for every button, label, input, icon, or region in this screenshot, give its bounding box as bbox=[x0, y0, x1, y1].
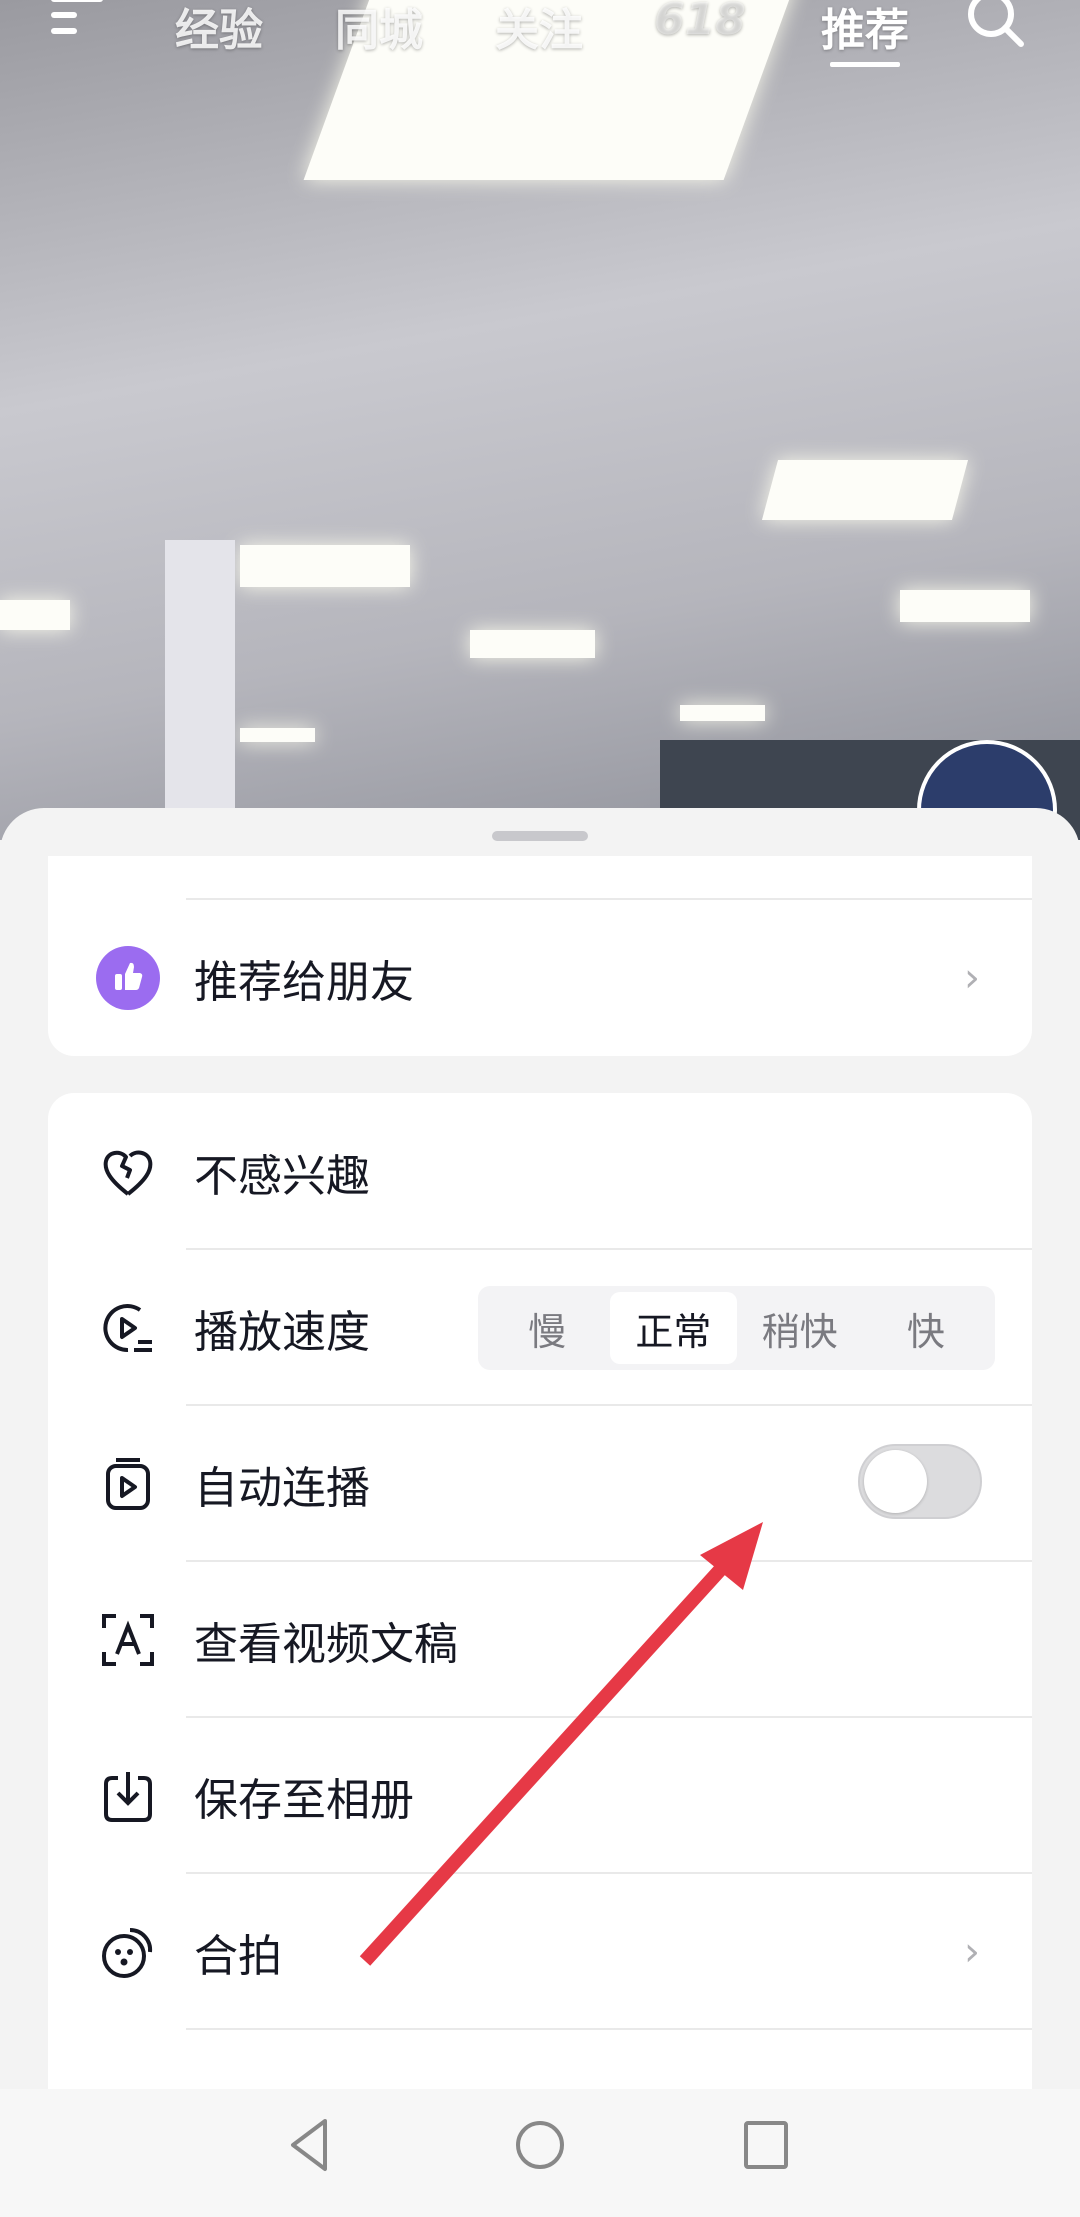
speed-segmented-control: 慢 正常 稍快 快 bbox=[478, 1286, 995, 1370]
play-speed-icon bbox=[100, 1300, 156, 1356]
drag-handle[interactable] bbox=[492, 831, 588, 841]
tab-618[interactable]: 618 bbox=[654, 0, 746, 45]
thumbs-up-icon bbox=[96, 946, 160, 1010]
home-icon[interactable] bbox=[512, 2117, 568, 2173]
playback-speed-row: 播放速度 慢 正常 稍快 快 bbox=[48, 1250, 1032, 1406]
duet-row[interactable]: 合拍 › bbox=[48, 1874, 1032, 2030]
download-icon bbox=[100, 1768, 156, 1824]
active-tab-indicator bbox=[830, 62, 900, 67]
speed-option-slow[interactable]: 慢 bbox=[484, 1292, 610, 1364]
autoplay-label: 自动连播 bbox=[194, 1463, 370, 1514]
speed-option-slightly-fast[interactable]: 稍快 bbox=[737, 1292, 863, 1364]
tab-local[interactable]: 同城 bbox=[335, 0, 423, 58]
system-nav-bar bbox=[0, 2089, 1080, 2217]
menu-icon[interactable] bbox=[51, 0, 111, 53]
chevron-right-icon: › bbox=[964, 955, 980, 1001]
autoplay-toggle[interactable] bbox=[858, 1444, 982, 1519]
save-to-album-row[interactable]: 保存至相册 bbox=[48, 1718, 1032, 1874]
save-to-album-label: 保存至相册 bbox=[194, 1775, 414, 1826]
more-options-sheet: 推荐给朋友 › 不感兴趣 播放速度 慢 正常 稍快 快 自动连播 查看视频文稿 … bbox=[0, 808, 1080, 2217]
recommend-to-friend-row[interactable]: 推荐给朋友 › bbox=[48, 900, 1032, 1056]
transcript-icon bbox=[100, 1612, 156, 1668]
recents-icon[interactable] bbox=[742, 2119, 790, 2171]
duet-label: 合拍 bbox=[194, 1931, 282, 1982]
playback-speed-label: 播放速度 bbox=[194, 1307, 370, 1358]
options-card: 不感兴趣 播放速度 慢 正常 稍快 快 自动连播 查看视频文稿 保存至相册 合拍… bbox=[48, 1093, 1032, 2193]
tab-experience[interactable]: 经验 bbox=[175, 0, 263, 58]
duet-icon bbox=[100, 1924, 156, 1980]
video-background bbox=[0, 0, 1080, 840]
broken-heart-icon bbox=[100, 1144, 156, 1200]
tab-recommended[interactable]: 推荐 bbox=[821, 0, 909, 58]
not-interested-row[interactable]: 不感兴趣 bbox=[48, 1094, 1032, 1250]
speed-option-fast[interactable]: 快 bbox=[863, 1292, 989, 1364]
recommend-to-friend-label: 推荐给朋友 bbox=[194, 957, 414, 1008]
chevron-right-icon: › bbox=[964, 1929, 980, 1975]
top-nav: 经验 同城 关注 618 推荐 bbox=[0, 0, 1080, 80]
autoplay-row: 自动连播 bbox=[48, 1406, 1032, 1562]
search-icon[interactable] bbox=[965, 0, 1029, 59]
view-transcript-label: 查看视频文稿 bbox=[194, 1619, 458, 1670]
view-transcript-row[interactable]: 查看视频文稿 bbox=[48, 1562, 1032, 1718]
tab-following[interactable]: 关注 bbox=[495, 0, 583, 58]
speed-option-normal[interactable]: 正常 bbox=[610, 1292, 737, 1364]
back-icon[interactable] bbox=[285, 2117, 335, 2173]
autoplay-icon bbox=[100, 1456, 156, 1512]
share-card: 推荐给朋友 › bbox=[48, 856, 1032, 1056]
not-interested-label: 不感兴趣 bbox=[194, 1151, 370, 1202]
